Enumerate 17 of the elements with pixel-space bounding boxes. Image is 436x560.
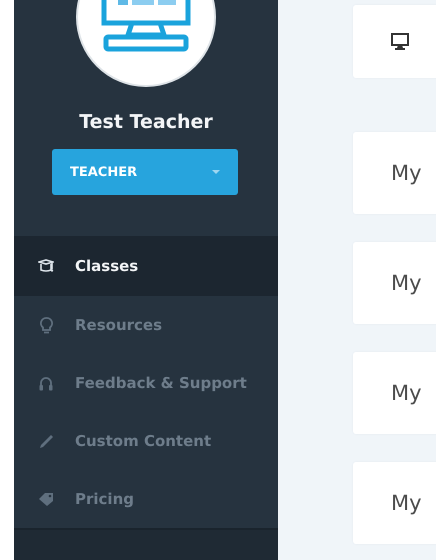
headphones-icon bbox=[39, 376, 53, 390]
card-title: My bbox=[391, 271, 422, 295]
lightbulb-icon bbox=[40, 316, 52, 334]
monitor-icon bbox=[391, 33, 409, 50]
list-card[interactable]: My bbox=[353, 242, 436, 324]
list-card[interactable]: My bbox=[353, 132, 436, 214]
card-title: My bbox=[391, 161, 422, 185]
nav-item[interactable]: Classes bbox=[14, 236, 278, 296]
card-title: My bbox=[391, 491, 422, 515]
user-name: Test Teacher bbox=[79, 110, 213, 134]
mortarboard-icon bbox=[38, 259, 54, 273]
tag-icon bbox=[38, 492, 54, 506]
pencil-icon bbox=[38, 434, 54, 448]
list-card[interactable]: My bbox=[353, 462, 436, 544]
caret-icon bbox=[212, 170, 220, 174]
list-card[interactable]: My bbox=[353, 352, 436, 434]
card-title: My bbox=[391, 381, 422, 405]
